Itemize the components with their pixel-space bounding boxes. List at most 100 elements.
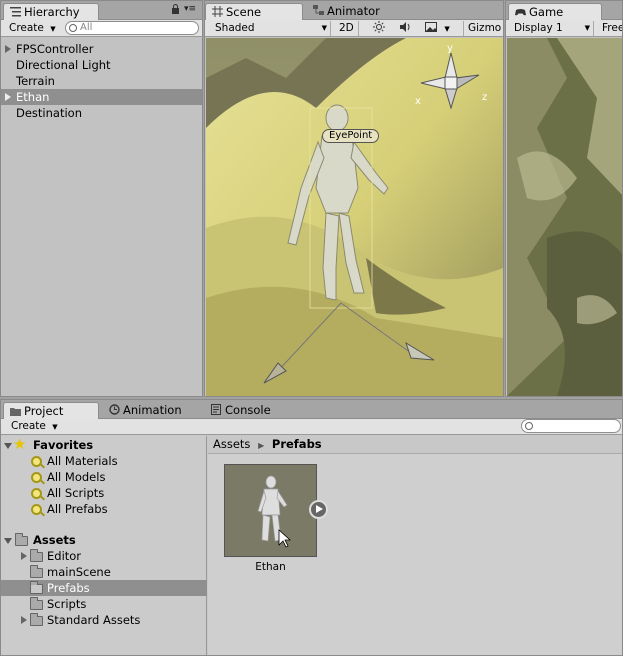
scene-panel: Scene Animator Shaded ▼ 2D ▼ Gizmo EyePo… [204, 0, 504, 397]
animator-icon [313, 5, 324, 16]
scene-grid-icon [212, 6, 223, 17]
favorite-item-label: All Materials [47, 454, 118, 468]
tab-label: Game [529, 5, 564, 19]
expand-arrow-icon[interactable] [21, 552, 27, 560]
search-filter-icon [31, 472, 42, 483]
play-preview-button[interactable] [309, 500, 328, 519]
effects-dropdown[interactable]: ▼ [421, 21, 454, 36]
hierarchy-item-label: FPSController [16, 42, 94, 56]
tab-label: Project [24, 404, 64, 418]
project-tabbar: Project Animation Console [1, 400, 622, 419]
hierarchy-item-label: Terrain [16, 74, 55, 88]
tab-console[interactable]: Console [205, 402, 277, 419]
hierarchy-item-ethan[interactable]: Ethan [1, 89, 202, 105]
folder-icon [30, 549, 43, 562]
display-dropdown[interactable]: Display 1 ▼ [510, 21, 594, 36]
gizmo-axis-z[interactable]: z [482, 92, 487, 103]
dropdown-arrow-icon: ▼ [50, 25, 56, 33]
folder-icon [10, 405, 21, 416]
hierarchy-item-destination[interactable]: Destination [1, 105, 202, 121]
folder-icon [30, 565, 43, 578]
hierarchy-toolbar: Create ▼ All [1, 20, 202, 37]
scene-viewport[interactable]: EyePoint y x z [206, 38, 503, 396]
audio-toggle-button[interactable] [395, 21, 416, 36]
expand-arrow-icon[interactable] [5, 45, 11, 53]
sun-icon [373, 21, 385, 34]
dropdown-arrow-icon: ▼ [444, 25, 450, 33]
list-icon [10, 6, 21, 17]
display-label: Display 1 [514, 22, 563, 34]
lighting-toggle-button[interactable] [369, 21, 389, 36]
project-search-input[interactable] [521, 419, 621, 433]
eyepoint-text: EyePoint [329, 130, 373, 141]
assets-label: Assets [33, 533, 76, 547]
hierarchy-item-label: Destination [16, 106, 82, 120]
project-tree: ★ Favorites All Materials All Models All… [1, 436, 207, 655]
hierarchy-tabbar: Hierarchy ▾≡ [1, 1, 202, 20]
hierarchy-panel: Hierarchy ▾≡ Create ▼ All FPSController … [0, 0, 203, 397]
game-panel: Game Display 1 ▼ Free [505, 0, 623, 397]
collapse-arrow-icon[interactable] [4, 443, 12, 449]
favorite-item-all-prefabs[interactable]: All Prefabs [1, 501, 207, 517]
game-toolbar: Display 1 ▼ Free [506, 20, 622, 37]
tab-project[interactable]: Project [3, 402, 99, 419]
shading-mode-dropdown[interactable]: Shaded ▼ [211, 21, 331, 36]
breadcrumb: Assets ▶ Prefabs [208, 436, 622, 454]
project-content: Assets ▶ Prefabs Ethan [208, 436, 622, 655]
aspect-label: Free [602, 22, 623, 34]
asset-folder-scripts[interactable]: Scripts [1, 596, 207, 612]
search-filter-icon [31, 504, 42, 515]
hierarchy-item-terrain[interactable]: Terrain [1, 73, 202, 89]
toggle-2d-button[interactable]: 2D [335, 21, 359, 36]
gizmo-axis-x[interactable]: x [415, 96, 421, 107]
clock-icon [109, 404, 120, 415]
favorite-item-all-models[interactable]: All Models [1, 469, 207, 485]
folder-icon [15, 533, 28, 546]
gizmos-dropdown[interactable]: Gizmo [463, 21, 503, 36]
assets-header[interactable]: Assets [1, 532, 207, 548]
expand-arrow-icon[interactable] [5, 93, 11, 101]
hierarchy-item-directional-light[interactable]: Directional Light [1, 57, 202, 73]
tab-hierarchy[interactable]: Hierarchy [3, 3, 99, 20]
image-icon [425, 22, 440, 34]
asset-folder-prefabs[interactable]: Prefabs [1, 580, 207, 596]
favorites-header[interactable]: ★ Favorites [1, 436, 207, 453]
project-toolbar: Create ▼ [1, 419, 622, 435]
tab-label: Animation [123, 403, 182, 417]
game-viewport[interactable] [507, 38, 622, 396]
search-input[interactable]: All [65, 21, 199, 35]
tab-scene[interactable]: Scene [205, 3, 303, 20]
aspect-dropdown[interactable]: Free [598, 21, 623, 36]
hierarchy-item-label: Directional Light [16, 58, 111, 72]
game-tabbar: Game [506, 1, 622, 20]
breadcrumb-prefabs[interactable]: Prefabs [272, 437, 322, 451]
tab-animator[interactable]: Animator [307, 3, 386, 20]
prefab-character-icon [257, 475, 292, 548]
expand-arrow-icon[interactable] [21, 616, 27, 624]
lock-icon[interactable] [171, 4, 180, 17]
asset-tile-ethan[interactable]: Ethan [224, 464, 328, 574]
search-placeholder: All [80, 22, 93, 33]
search-filter-icon [31, 488, 42, 499]
breadcrumb-assets[interactable]: Assets [213, 437, 250, 451]
game-controller-icon [515, 6, 526, 17]
tab-label: Console [225, 403, 271, 417]
panel-menu-icon[interactable]: ▾≡ [184, 4, 196, 14]
asset-folder-editor[interactable]: Editor [1, 548, 207, 564]
hierarchy-item-fpscontroller[interactable]: FPSController [1, 41, 202, 57]
create-dropdown[interactable]: Create ▼ [7, 419, 62, 434]
favorite-item-all-scripts[interactable]: All Scripts [1, 485, 207, 501]
asset-folder-mainscene[interactable]: mainScene [1, 564, 207, 580]
eyepoint-label[interactable]: EyePoint [322, 129, 380, 143]
tab-label: Scene [226, 5, 262, 19]
gizmo-axis-y[interactable]: y [447, 43, 453, 54]
asset-thumbnail[interactable] [224, 464, 317, 557]
tab-game[interactable]: Game [508, 3, 602, 20]
asset-folder-standard-assets[interactable]: Standard Assets [1, 612, 207, 628]
create-dropdown[interactable]: Create ▼ [5, 21, 60, 36]
collapse-arrow-icon[interactable] [4, 538, 12, 544]
tab-animation[interactable]: Animation [103, 402, 188, 419]
favorite-item-all-materials[interactable]: All Materials [1, 453, 207, 469]
folder-icon [30, 613, 43, 626]
favorites-label: Favorites [33, 438, 94, 452]
